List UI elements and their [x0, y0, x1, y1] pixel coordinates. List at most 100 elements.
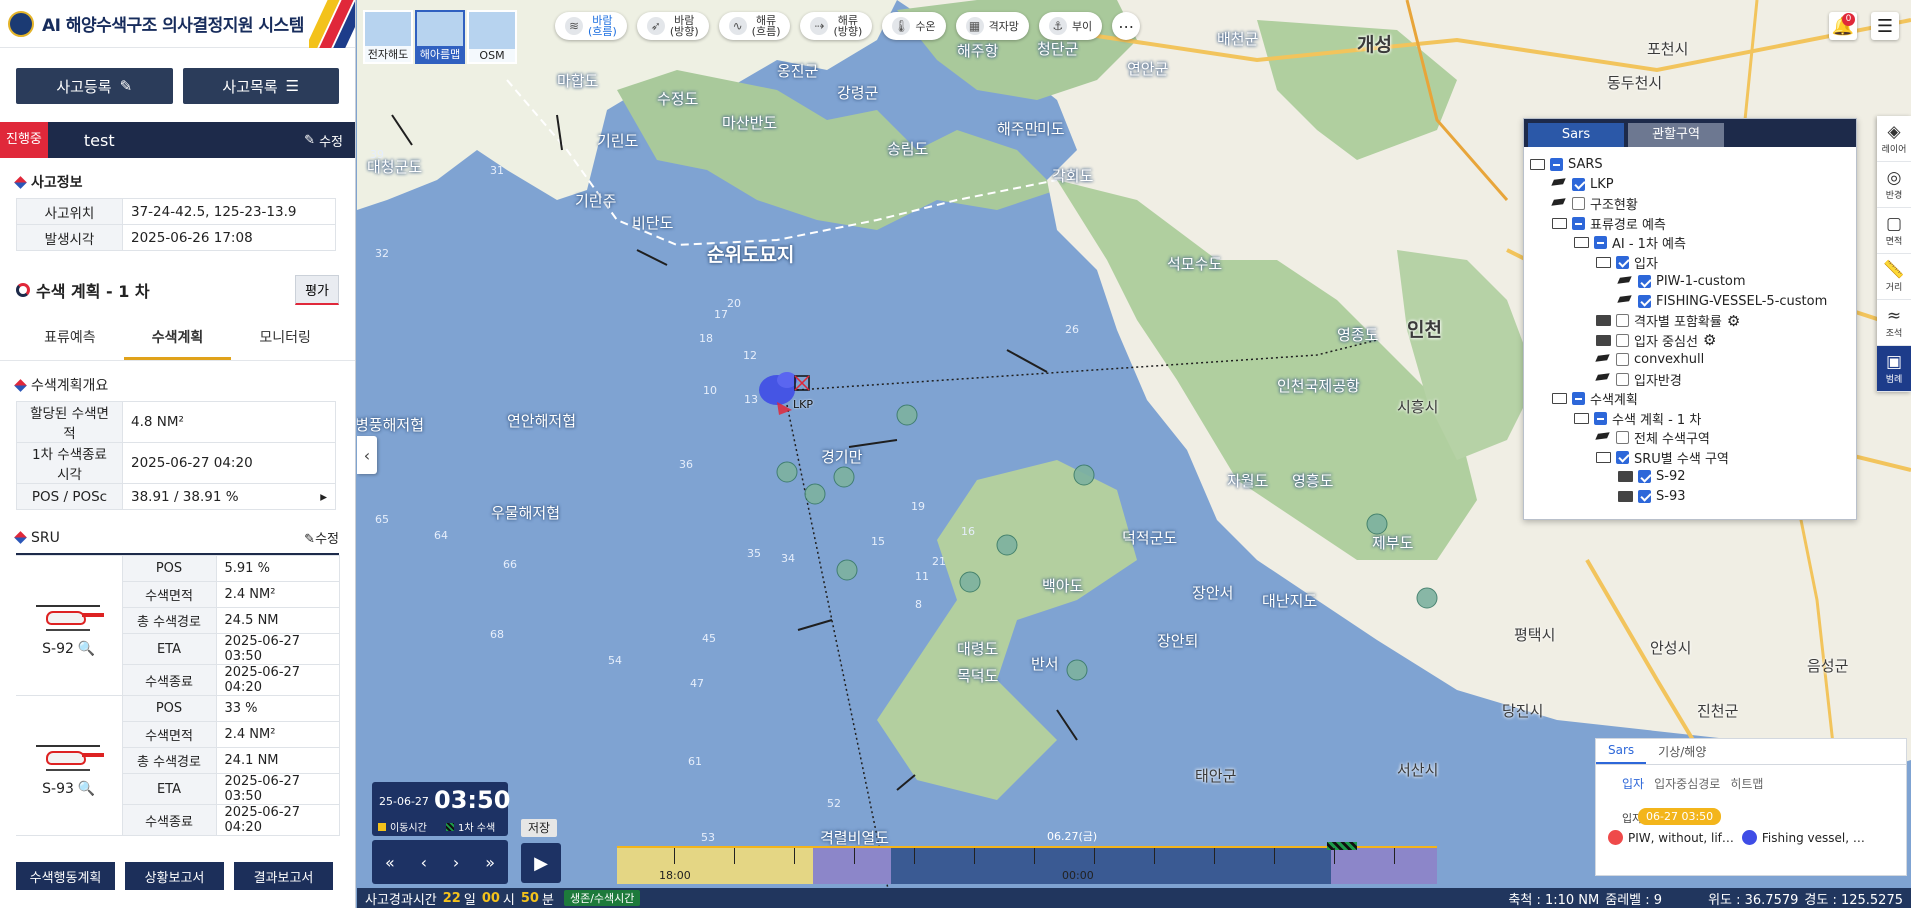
accident-info-heading: 사고정보: [0, 158, 355, 198]
layer-checkbox[interactable]: [1616, 431, 1629, 445]
forward-fast-icon[interactable]: »: [485, 853, 495, 872]
timeline-tick-label: 00:00: [1062, 869, 1094, 882]
legend-subtab[interactable]: 입자: [1622, 775, 1644, 792]
legend-subtab[interactable]: 입자중심경로: [1654, 775, 1720, 792]
report-button[interactable]: 수색행동계획: [16, 862, 115, 890]
report-button[interactable]: 상황보고서: [125, 862, 224, 890]
play-button[interactable]: ▶: [521, 843, 561, 883]
report-button[interactable]: 결과보고서: [234, 862, 333, 890]
legend-tab[interactable]: 기상/해양: [1646, 739, 1718, 764]
basemap-option[interactable]: 해아름맵: [415, 10, 465, 64]
layer-checkbox[interactable]: [1594, 236, 1607, 250]
sru-unit-label[interactable]: S-92 🔍: [24, 641, 114, 657]
layer-checkbox[interactable]: [1550, 158, 1563, 172]
toolbar-toggle[interactable]: ∿ 해류 (흐름): [718, 12, 791, 40]
magnifier-icon[interactable]: 🔍: [78, 781, 95, 797]
layer-checkbox[interactable]: [1572, 216, 1585, 230]
layer-checkbox[interactable]: [1616, 333, 1629, 347]
layer-checkbox[interactable]: [1616, 353, 1629, 367]
rewind-fast-icon[interactable]: «: [385, 853, 395, 872]
sru-edit-button[interactable]: ✎수정: [304, 528, 339, 547]
toolbar-toggle[interactable]: ⇢ 해류 (방향): [800, 12, 873, 40]
folder-open-icon[interactable]: [1596, 451, 1611, 463]
save-button[interactable]: 저장: [521, 819, 557, 837]
survival-search-tag[interactable]: 생존/수색시간: [563, 890, 641, 906]
folder-icon[interactable]: [1596, 315, 1611, 327]
layer-checkbox[interactable]: [1638, 489, 1651, 503]
layer-checkbox[interactable]: [1616, 450, 1629, 464]
side-tool-button[interactable]: ≈ 조석: [1877, 300, 1911, 346]
side-tool-button[interactable]: 📏 거리: [1877, 254, 1911, 300]
basemap-option[interactable]: OSM: [467, 10, 517, 64]
folder-open-icon[interactable]: [1574, 412, 1589, 424]
basemap-option[interactable]: 전자해도: [363, 10, 413, 64]
layer-panel-tab[interactable]: Sars: [1528, 123, 1624, 147]
toolbar-toggle[interactable]: ▦ 격자망: [955, 12, 1029, 40]
legend-tab[interactable]: Sars: [1596, 739, 1647, 764]
layer-checkbox[interactable]: [1638, 275, 1651, 289]
map-place-label: 해주만: [997, 120, 1039, 138]
layer-checkbox[interactable]: [1572, 392, 1585, 406]
depth-sounding: 26: [1065, 323, 1079, 336]
folder-open-icon[interactable]: [1552, 393, 1567, 405]
gear-icon[interactable]: ⚙: [1703, 333, 1716, 348]
folder-open-icon[interactable]: [1530, 159, 1545, 171]
layer-label: convexhull: [1634, 352, 1705, 368]
map-place-label: 당진시: [1502, 702, 1544, 720]
side-tool-button[interactable]: ▢ 면적: [1877, 208, 1911, 254]
layer-checkbox[interactable]: [1616, 255, 1629, 269]
toolbar-toggle[interactable]: ⚓ 부이: [1038, 12, 1103, 40]
notification-badge: 0: [1842, 13, 1855, 26]
timeline[interactable]: 06.27(금) 18:00 00:00: [617, 830, 1437, 884]
legend-item-label: Fishing vessel, …: [1761, 830, 1865, 845]
gear-icon[interactable]: ⚙: [1727, 313, 1740, 328]
side-tool-button[interactable]: ▣ 범례: [1877, 346, 1911, 392]
step-forward-icon[interactable]: ›: [453, 853, 459, 872]
folder-open-icon[interactable]: [1552, 217, 1567, 229]
notification-button[interactable]: 🔔 0: [1829, 12, 1857, 40]
info-row: 발생시각 2025-06-26 17:08: [16, 224, 336, 251]
legend-subtab[interactable]: 히트맵: [1730, 775, 1763, 792]
area-icon: ▢: [1885, 214, 1903, 234]
side-tool-button[interactable]: ◈ 레이어: [1877, 116, 1911, 162]
map-place-label: 개성: [1357, 34, 1392, 56]
layer-checkbox[interactable]: [1638, 294, 1651, 308]
case-edit-button[interactable]: ✎ 수정: [304, 131, 355, 150]
folder-open-icon[interactable]: [1574, 237, 1589, 249]
toolbar-toggle[interactable]: ≋ 바람 (흐름): [555, 12, 627, 40]
evaluate-button[interactable]: 평가: [295, 275, 339, 305]
more-tools-button[interactable]: ⋯: [1112, 12, 1141, 40]
sru-value: 24.5 NM: [215, 607, 340, 634]
layer-checkbox[interactable]: [1638, 470, 1651, 484]
toolbar-toggle[interactable]: ➶ 바람 (방향): [636, 12, 709, 40]
step-back-icon[interactable]: ‹: [421, 853, 427, 872]
collapse-sidebar-button[interactable]: ‹: [357, 436, 377, 474]
accident-list-button[interactable]: 사고목록 ☰: [182, 68, 339, 104]
toolbar-toggle[interactable]: 🌡 수온: [882, 12, 946, 40]
side-tool-button[interactable]: ◎ 반경: [1877, 162, 1911, 208]
layer-checkbox[interactable]: [1572, 177, 1585, 191]
sru-key: 수색면적: [121, 581, 217, 608]
depth-sounding: 12: [743, 349, 757, 362]
plan-tab[interactable]: 수색계획: [123, 319, 232, 360]
layer-checkbox[interactable]: [1616, 372, 1629, 386]
play-icon: ▶: [534, 852, 548, 874]
folder-icon[interactable]: [1618, 471, 1633, 483]
elapsed-minute-unit: 분: [541, 892, 554, 908]
expand-arrow-icon[interactable]: ▸: [320, 489, 327, 505]
layer-panel-tab[interactable]: 관할구역: [1628, 123, 1724, 147]
plan-tab[interactable]: 표류예측: [16, 319, 124, 360]
menu-button[interactable]: ☰: [1871, 12, 1899, 40]
sru-unit-label[interactable]: S-93 🔍: [24, 781, 114, 797]
zoom-readout: 줌레벨 : 9: [1605, 892, 1663, 908]
map-view[interactable]: 해주항 청단군 연안군 배천군 개성 포천시 동두천시 옹진군 강령군 마합도 수정도 마산반도 해주만…: [357, 0, 1911, 908]
plan-tab[interactable]: 모니터링: [231, 319, 339, 360]
register-accident-button[interactable]: 사고등록 ✎: [16, 68, 173, 104]
layer-checkbox[interactable]: [1572, 197, 1585, 211]
layer-checkbox[interactable]: [1616, 314, 1629, 328]
folder-open-icon[interactable]: [1596, 256, 1611, 268]
folder-icon[interactable]: [1596, 334, 1611, 346]
layer-checkbox[interactable]: [1594, 411, 1607, 425]
magnifier-icon[interactable]: 🔍: [78, 641, 95, 657]
folder-icon[interactable]: [1618, 490, 1633, 502]
